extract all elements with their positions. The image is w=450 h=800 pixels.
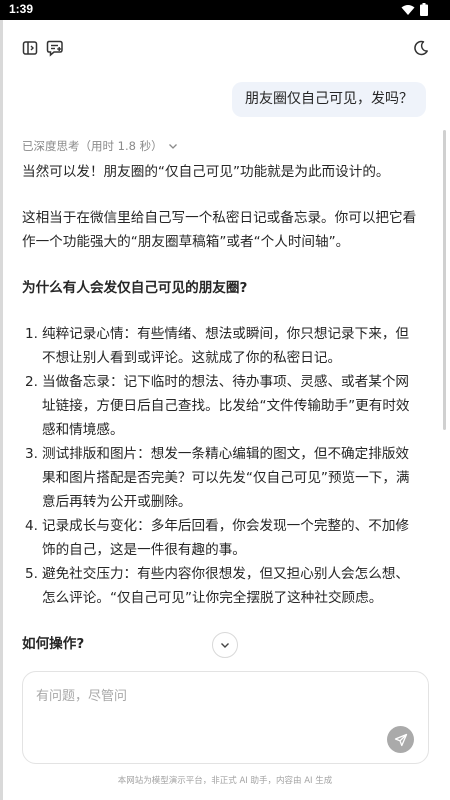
send-button[interactable] [387, 726, 414, 753]
message-input-placeholder[interactable]: 有问题，尽管问 [36, 685, 127, 704]
message-composer[interactable]: 有问题，尽管问 [22, 671, 429, 764]
new-chat-button[interactable] [45, 38, 65, 58]
list-item: 3. 测试排版和图片：想发一条精心编辑的图文，但不确定排版效果和图片搭配是否完美？… [22, 442, 422, 514]
thinking-toggle[interactable]: 已深度思考（用时 1.8 秒） [22, 138, 179, 154]
new-chat-icon [46, 40, 63, 57]
moon-icon [414, 40, 428, 56]
answer-paragraph: 这相当于在微信里给自己写一个私密日记或备忘录。你可以把它看作一个功能强大的“朋友… [22, 210, 417, 250]
list-number: 1. [25, 326, 38, 342]
list-number: 2. [25, 374, 38, 390]
list-item: 2. 当做备忘录：记下临时的想法、待办事项、灵感、或者某个网址链接，方便日后自己查… [22, 370, 422, 442]
list-text: 避免社交压力：有些内容你很想发，但又担心别人会怎么想、怎么评论。“仅自己可见”让… [42, 566, 410, 606]
battery-icon [420, 3, 428, 16]
chevron-down-icon [168, 144, 177, 149]
assistant-answer: 当然可以发！朋友圈的“仅自己可见”功能就是为此而设计的。 这相当于在微信里给自己… [22, 160, 422, 656]
reasons-list: 1. 纯粹记录心情：有些情绪、想法或瞬间，你只想记录下来，但不想让别人看到或评论。… [22, 322, 422, 610]
send-icon [394, 733, 407, 746]
list-number: 5. [25, 566, 38, 582]
list-item: 1. 纯粹记录心情：有些情绪、想法或瞬间，你只想记录下来，但不想让别人看到或评论。… [22, 322, 422, 370]
list-number: 4. [25, 518, 38, 534]
answer-intro: 当然可以发！朋友圈的“仅自己可见”功能就是为此而设计的。 [22, 164, 390, 180]
scroll-to-bottom-button[interactable] [212, 632, 238, 658]
sidebar-toggle-button[interactable] [20, 38, 40, 58]
status-bar: 1:39 [0, 0, 450, 20]
status-time: 1:39 [9, 2, 34, 16]
theme-toggle-button[interactable] [411, 38, 431, 58]
list-text: 纯粹记录心情：有些情绪、想法或瞬间，你只想记录下来，但不想让别人看到或评论。这就… [42, 326, 410, 366]
list-text: 测试排版和图片：想发一条精心编辑的图文，但不确定排版效果和图片搭配是否完美？可以… [42, 446, 410, 510]
top-toolbar [3, 20, 450, 76]
left-edge [0, 20, 3, 800]
footer-disclaimer: 本网站为模型演示平台，非正式 AI 助手，内容由 AI 生成 [117, 776, 333, 786]
user-message-bubble: 朋友圈仅自己可见，发吗？ [232, 82, 426, 117]
list-item: 4. 记录成长与变化：多年后回看，你会发现一个完整的、不加修饰的自己，这是一件很有… [22, 514, 422, 562]
list-number: 3. [25, 446, 38, 462]
list-text: 当做备忘录：记下临时的想法、待办事项、灵感、或者某个网址链接，方便日后自己查找。… [42, 374, 410, 438]
wifi-icon [401, 4, 415, 15]
status-icons [401, 3, 428, 16]
sidebar-icon [22, 41, 38, 55]
scrollbar[interactable] [443, 130, 446, 430]
list-text: 记录成长与变化：多年后回看，你会发现一个完整的、不加修饰的自己，这是一件很有趣的… [42, 518, 410, 558]
arrow-down-icon [221, 643, 229, 648]
answer-heading-why: 为什么有人会发仅自己可见的朋友圈? [22, 280, 248, 296]
list-item: 5. 避免社交压力：有些内容你很想发，但又担心别人会怎么想、怎么评论。“仅自己可见… [22, 562, 422, 610]
thinking-label: 已深度思考（用时 1.8 秒） [22, 139, 163, 153]
